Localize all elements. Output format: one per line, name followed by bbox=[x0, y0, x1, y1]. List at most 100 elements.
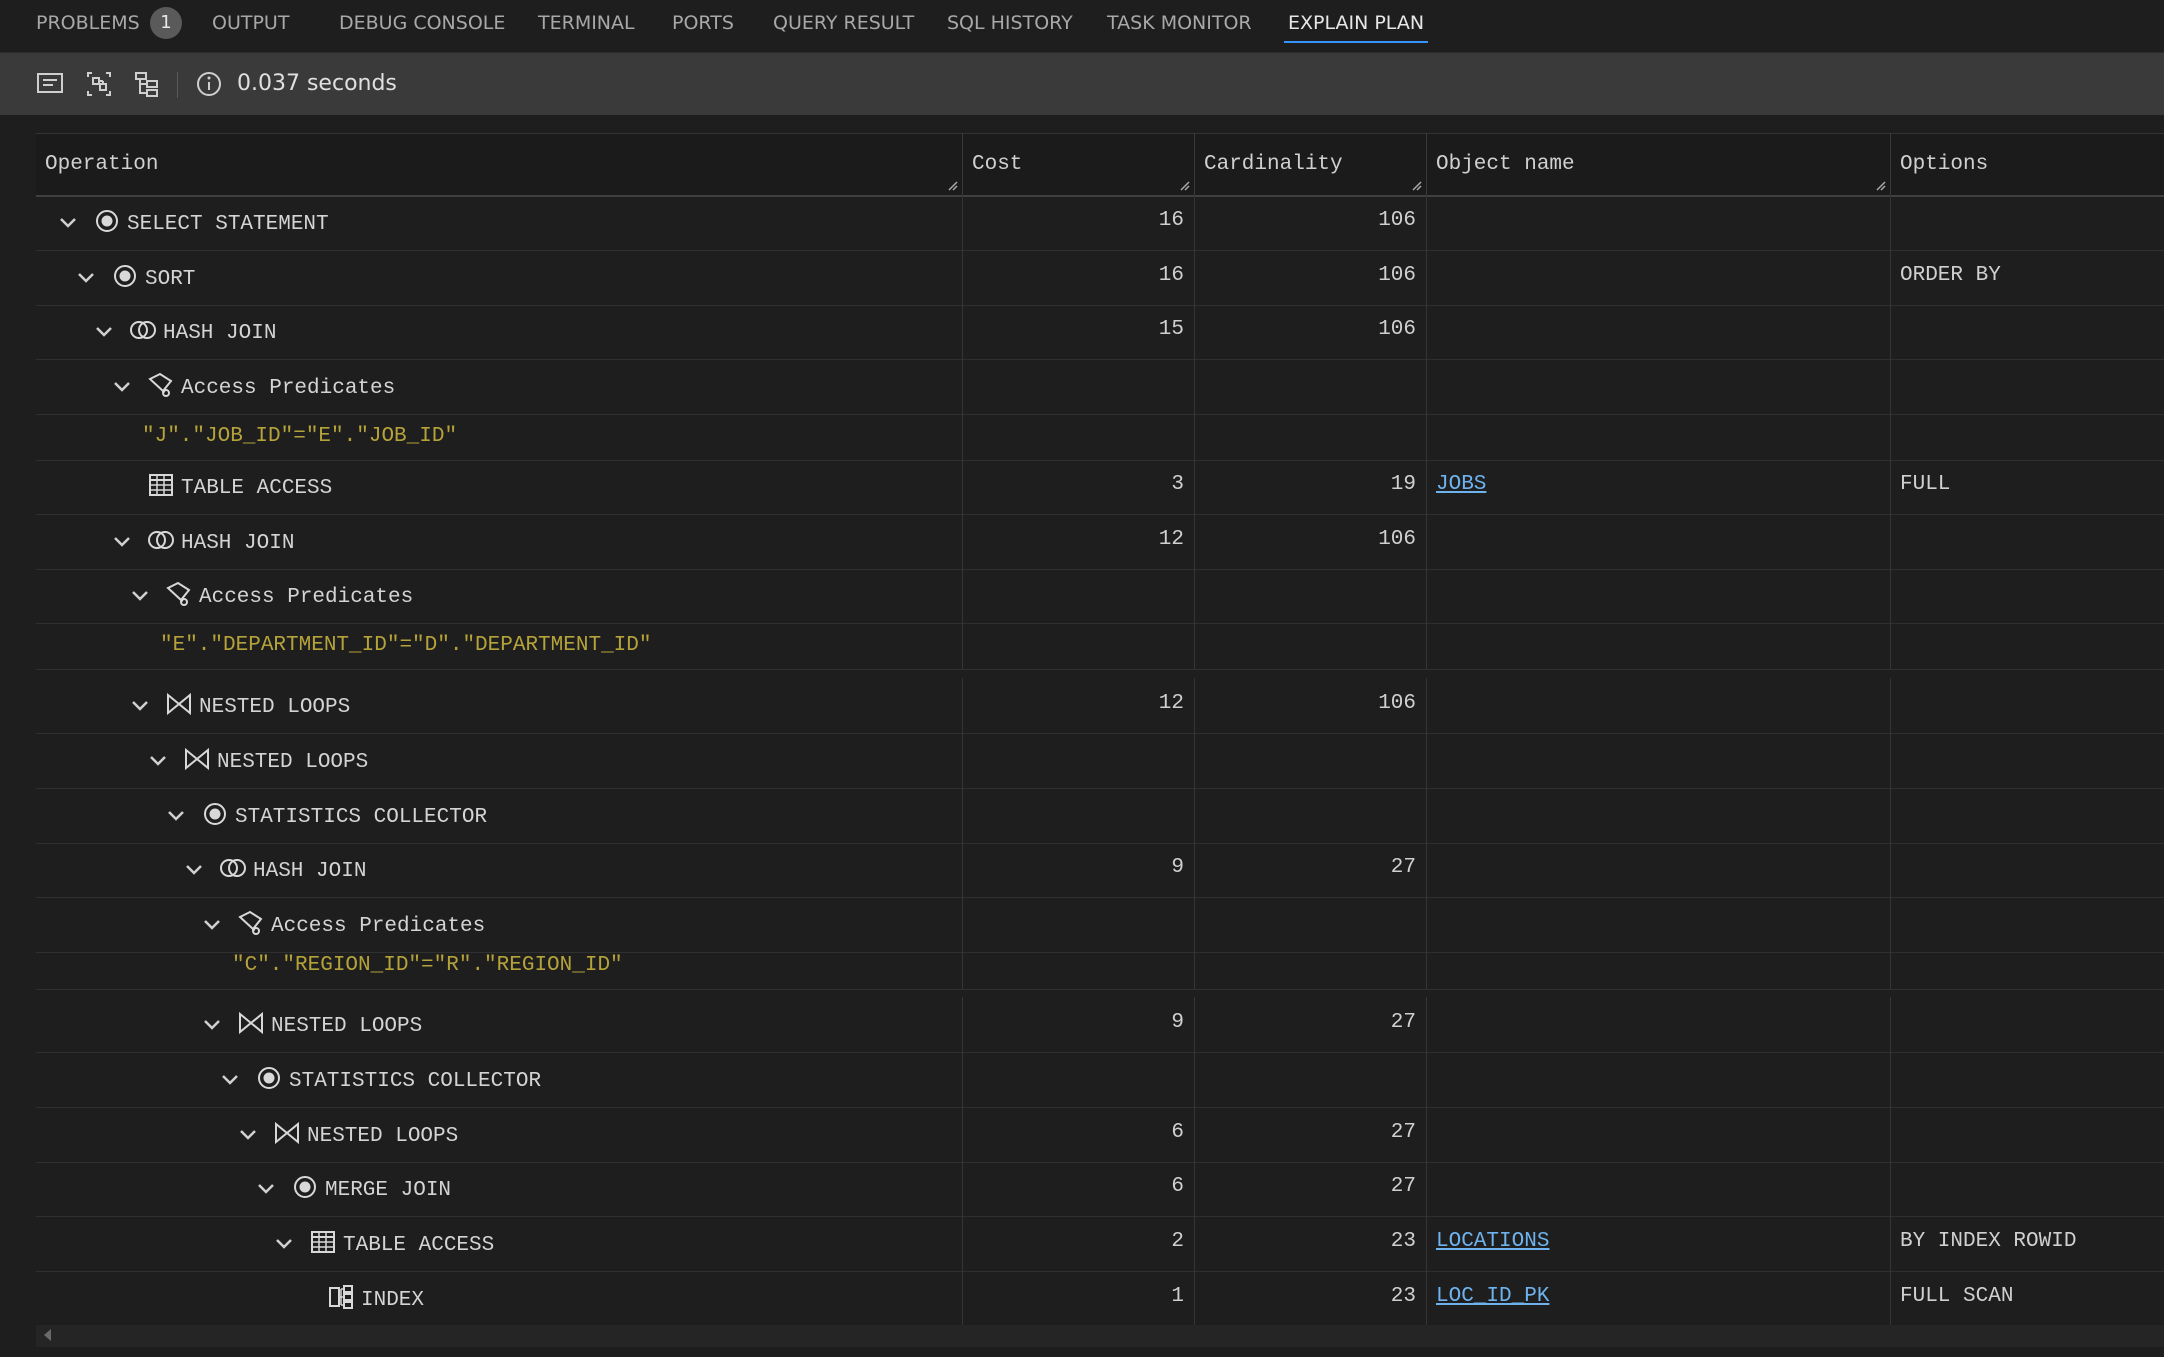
tree-view-icon[interactable] bbox=[132, 69, 162, 99]
problems-count-badge: 1 bbox=[150, 7, 182, 39]
column-divider bbox=[1426, 460, 1427, 514]
chevron-down-icon[interactable] bbox=[201, 914, 223, 936]
column-divider bbox=[1890, 569, 1891, 623]
column-divider bbox=[1194, 943, 1195, 989]
diagram-view-icon[interactable] bbox=[84, 69, 114, 99]
cost-value: 12 bbox=[1158, 692, 1184, 715]
cardinality-value: 27 bbox=[1390, 1121, 1416, 1144]
hash-join-icon bbox=[148, 531, 174, 549]
index-icon bbox=[329, 1285, 353, 1309]
chevron-down-icon[interactable] bbox=[147, 750, 169, 772]
chevron-down-icon[interactable] bbox=[183, 859, 205, 881]
column-resize-handle[interactable] bbox=[948, 181, 958, 191]
plan-row[interactable]: TABLE ACCESS 3 19 JOBS FULL bbox=[36, 460, 2164, 515]
tab-explain-plan[interactable]: EXPLAIN PLAN bbox=[1283, 0, 1429, 52]
chevron-down-icon[interactable] bbox=[93, 321, 115, 343]
plan-row[interactable]: INDEX 1 23 LOC_ID_PK FULL SCAN bbox=[36, 1271, 2164, 1325]
column-divider bbox=[1890, 842, 1891, 897]
column-header-object-name[interactable]: Object name bbox=[1426, 134, 1890, 195]
column-divider bbox=[1890, 997, 1891, 1052]
chevron-down-icon[interactable] bbox=[57, 212, 79, 234]
chevron-down-icon[interactable] bbox=[111, 376, 133, 398]
scroll-left-icon[interactable] bbox=[44, 1329, 51, 1341]
cardinality-value: 27 bbox=[1390, 856, 1416, 879]
predicate-expression: "E"."DEPARTMENT_ID"="D"."DEPARTMENT_ID" bbox=[160, 634, 652, 657]
operation-circle-icon bbox=[204, 803, 226, 825]
cost-value: 3 bbox=[1171, 473, 1184, 496]
column-divider bbox=[1194, 514, 1195, 569]
column-header-cardinality[interactable]: Cardinality bbox=[1194, 134, 1426, 195]
plan-row[interactable]: STATISTICS COLLECTOR bbox=[36, 788, 2164, 844]
plan-row[interactable]: MERGE JOIN 6 27 bbox=[36, 1161, 2164, 1217]
text-view-icon[interactable] bbox=[35, 69, 65, 99]
plan-row[interactable]: Access Predicates bbox=[36, 359, 2164, 415]
object-name-link[interactable]: LOC_ID_PK bbox=[1436, 1285, 1549, 1308]
panel-tab-bar: PROBLEMS 1 OUTPUT DEBUG CONSOLE TERMINAL PORT… bbox=[0, 0, 2164, 53]
chevron-down-icon[interactable] bbox=[219, 1069, 241, 1091]
column-divider bbox=[962, 1216, 963, 1271]
column-divider bbox=[1426, 1107, 1427, 1162]
horizontal-scrollbar[interactable] bbox=[36, 1325, 2164, 1347]
column-divider bbox=[1194, 1052, 1195, 1107]
predicate-row[interactable]: "E"."DEPARTMENT_ID"="D"."DEPARTMENT_ID" bbox=[36, 623, 2164, 670]
nested-loops-icon bbox=[185, 747, 209, 771]
plan-row[interactable]: Access Predicates bbox=[36, 569, 2164, 624]
column-header-label: Operation bbox=[45, 153, 159, 176]
plan-row[interactable]: SELECT STATEMENT 16 106 bbox=[36, 195, 2164, 251]
predicate-row[interactable]: "J"."JOB_ID"="E"."JOB_ID" bbox=[36, 414, 2164, 461]
tab-debug-console[interactable]: DEBUG CONSOLE bbox=[339, 0, 505, 52]
tab-terminal[interactable]: TERMINAL bbox=[538, 0, 635, 52]
column-divider bbox=[1890, 1107, 1891, 1162]
column-resize-handle[interactable] bbox=[1876, 181, 1886, 191]
column-header-operation[interactable]: Operation bbox=[36, 134, 962, 195]
tab-label: TASK MONITOR bbox=[1107, 12, 1252, 34]
operation-circle-icon bbox=[294, 1176, 316, 1198]
tab-label: OUTPUT bbox=[212, 12, 290, 34]
chevron-down-icon[interactable] bbox=[75, 267, 97, 289]
plan-row[interactable]: HASH JOIN 9 27 bbox=[36, 842, 2164, 898]
tab-problems[interactable]: PROBLEMS 1 bbox=[36, 0, 182, 52]
tab-ports[interactable]: PORTS bbox=[672, 0, 734, 52]
column-header-cost[interactable]: Cost bbox=[962, 134, 1194, 195]
plan-row[interactable]: NESTED LOOPS 9 27 bbox=[36, 997, 2164, 1053]
chevron-down-icon[interactable] bbox=[129, 695, 151, 717]
explain-plan-grid: Operation Cost Cardinality Object name Optio… bbox=[36, 133, 2164, 1325]
tab-sql-history[interactable]: SQL HISTORY bbox=[947, 0, 1073, 52]
filter-predicate-icon bbox=[148, 372, 173, 397]
column-divider bbox=[1426, 1216, 1427, 1271]
column-divider bbox=[962, 1271, 963, 1325]
column-resize-handle[interactable] bbox=[1412, 181, 1422, 191]
column-divider bbox=[1194, 842, 1195, 897]
grid-header: Operation Cost Cardinality Object name Optio… bbox=[36, 133, 2164, 197]
plan-row[interactable]: STATISTICS COLLECTOR bbox=[36, 1052, 2164, 1108]
chevron-down-icon[interactable] bbox=[111, 531, 133, 553]
plan-row[interactable]: SORT 16 106 ORDER BY bbox=[36, 250, 2164, 306]
tab-task-monitor[interactable]: TASK MONITOR bbox=[1107, 0, 1252, 52]
chevron-down-icon[interactable] bbox=[273, 1233, 295, 1255]
chevron-down-icon[interactable] bbox=[201, 1014, 223, 1036]
column-header-options[interactable]: Options bbox=[1890, 134, 2164, 195]
column-resize-handle[interactable] bbox=[1180, 181, 1190, 191]
plan-row[interactable]: NESTED LOOPS 6 27 bbox=[36, 1107, 2164, 1163]
plan-row[interactable]: NESTED LOOPS 12 106 bbox=[36, 678, 2164, 734]
tab-output[interactable]: OUTPUT bbox=[212, 0, 289, 52]
plan-row[interactable]: HASH JOIN 12 106 bbox=[36, 514, 2164, 570]
operation-label: NESTED LOOPS bbox=[199, 696, 351, 719]
plan-row[interactable]: TABLE ACCESS 2 23 LOCATIONS BY INDEX ROWID bbox=[36, 1216, 2164, 1272]
column-divider bbox=[1426, 943, 1427, 989]
plan-row[interactable]: HASH JOIN 15 106 bbox=[36, 305, 2164, 360]
column-divider bbox=[1194, 678, 1195, 733]
operation-label: HASH JOIN bbox=[181, 532, 295, 555]
plan-row[interactable]: NESTED LOOPS bbox=[36, 733, 2164, 789]
tab-query-result[interactable]: QUERY RESULT bbox=[773, 0, 914, 52]
chevron-down-icon[interactable] bbox=[165, 805, 187, 827]
cardinality-value: 23 bbox=[1390, 1285, 1416, 1308]
object-name-link[interactable]: LOCATIONS bbox=[1436, 1230, 1549, 1253]
predicate-row[interactable]: "C"."REGION_ID"="R"."REGION_ID" bbox=[36, 943, 2164, 990]
chevron-down-icon[interactable] bbox=[237, 1124, 259, 1146]
operation-label: SELECT STATEMENT bbox=[127, 213, 329, 236]
chevron-down-icon[interactable] bbox=[129, 585, 151, 607]
chevron-down-icon[interactable] bbox=[255, 1178, 277, 1200]
cost-value: 6 bbox=[1171, 1175, 1184, 1198]
object-name-link[interactable]: JOBS bbox=[1436, 473, 1486, 496]
